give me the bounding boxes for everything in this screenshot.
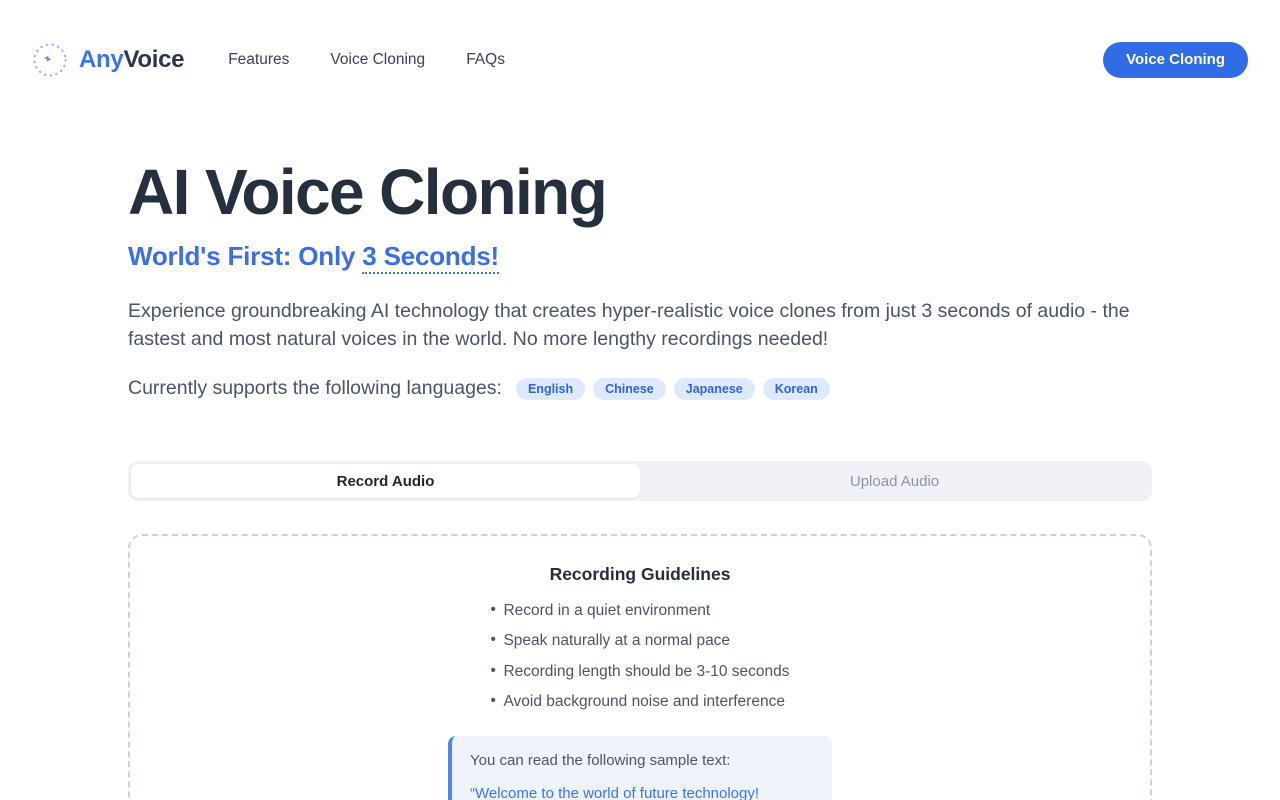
brand-wordmark: AnyVoice — [79, 46, 185, 73]
recording-guidelines-title: Recording Guidelines — [549, 564, 731, 585]
hero-subtitle-prefix: World's First: Only — [128, 241, 363, 272]
language-badge-english: English — [515, 377, 586, 401]
tab-upload-audio[interactable]: Upload Audio — [640, 464, 1149, 498]
hero-description: Experience groundbreaking AI technology … — [128, 300, 1130, 351]
guideline-item: Avoid background noise and interference — [490, 693, 789, 723]
brand-text-voice: Voice — [123, 46, 185, 73]
tab-record-audio[interactable]: Record Audio — [131, 464, 640, 499]
language-badge-chinese: Chinese — [593, 377, 666, 401]
language-badge-japanese: Japanese — [673, 377, 755, 401]
guideline-item: Record in a quiet environment — [490, 602, 789, 632]
voice-cloning-cta-button[interactable]: Voice Cloning — [1103, 42, 1248, 78]
audio-source-tabs: Record Audio Upload Audio — [128, 461, 1152, 502]
hero-subtitle: World's First: Only 3 Seconds! — [128, 241, 1152, 275]
brand-logo[interactable]: AnyVoice — [32, 42, 185, 78]
nav-item-voice-cloning[interactable]: Voice Cloning — [330, 52, 425, 68]
language-badge-korean: Korean — [762, 377, 830, 401]
supported-languages-label: Currently supports the following languag… — [128, 377, 502, 400]
sample-text-quote: “Welcome to the world of future technolo… — [470, 784, 760, 800]
hero-subtitle-highlight: 3 Seconds! — [362, 241, 499, 275]
site-header: AnyVoice Features Voice Cloning FAQs Voi… — [0, 0, 1280, 120]
guideline-item: Speak naturally at a normal pace — [490, 632, 789, 662]
brand-text-any: Any — [79, 46, 124, 73]
main-content: AI Voice Cloning World's First: Only 3 S… — [0, 120, 1280, 800]
page-title: AI Voice Cloning — [128, 156, 608, 228]
sample-text-box: You can read the following sample text: … — [448, 735, 832, 800]
hero-section: AI Voice Cloning World's First: Only 3 S… — [0, 120, 1280, 401]
main-navigation: Features Voice Cloning FAQs — [228, 52, 505, 68]
dotted-circle-mic-icon — [33, 43, 67, 77]
sample-text-label: You can read the following sample text: — [470, 751, 731, 769]
guideline-item: Recording length should be 3-10 seconds — [490, 663, 789, 693]
nav-item-features[interactable]: Features — [228, 52, 289, 68]
nav-item-faqs[interactable]: FAQs — [466, 52, 505, 68]
recording-drop-panel[interactable]: Recording Guidelines Record in a quiet e… — [128, 534, 1152, 800]
recording-guidelines-list: Record in a quiet environment Speak natu… — [490, 602, 789, 725]
supported-languages-row: Currently supports the following languag… — [128, 377, 1152, 401]
